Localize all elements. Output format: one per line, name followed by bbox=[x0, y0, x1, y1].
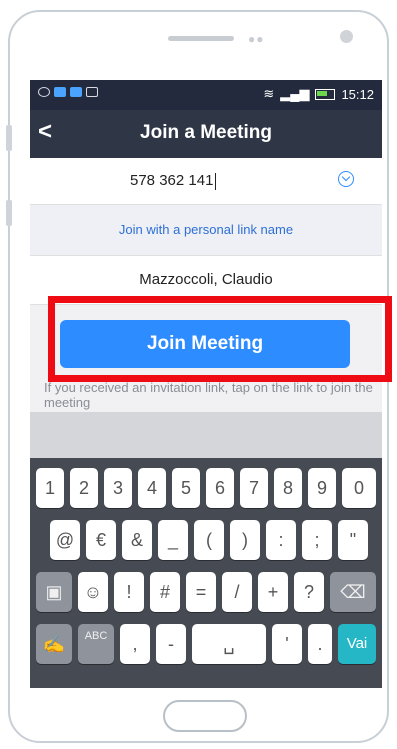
key-3[interactable]: 3 bbox=[104, 468, 132, 508]
wifi-icon: ≋ bbox=[263, 86, 275, 101]
backspace-key[interactable]: ⌫ bbox=[330, 572, 376, 612]
chevron-down-icon[interactable] bbox=[338, 171, 354, 187]
key-close-paren[interactable]: ) bbox=[230, 520, 260, 560]
space-bar-icon: ␣ bbox=[223, 634, 235, 654]
status-bar: ≋ ▂▄▆ 15:12 bbox=[30, 80, 382, 110]
key-2[interactable]: 2 bbox=[70, 468, 98, 508]
handwriting-key[interactable]: ✍ bbox=[36, 624, 72, 664]
key-hash[interactable]: # bbox=[150, 572, 180, 612]
volume-button bbox=[6, 125, 12, 151]
meeting-id-value: 578 362 141 bbox=[130, 172, 217, 190]
text-cursor bbox=[215, 172, 217, 190]
app-icon bbox=[70, 87, 82, 97]
key-5[interactable]: 5 bbox=[172, 468, 200, 508]
key-1[interactable]: 1 bbox=[36, 468, 64, 508]
abc-label: ABC bbox=[84, 630, 108, 642]
signal-icon: ▂▄▆ bbox=[280, 86, 310, 101]
key-slash[interactable]: / bbox=[222, 572, 252, 612]
highlight-box bbox=[48, 296, 392, 382]
power-button bbox=[6, 200, 12, 226]
key-plus[interactable]: + bbox=[258, 572, 288, 612]
meeting-id-field[interactable]: 578 362 141 bbox=[30, 158, 382, 205]
page-switch-icon: ▣ bbox=[45, 582, 63, 602]
sensor-dots: ●● bbox=[248, 32, 265, 46]
notification-icons bbox=[38, 87, 98, 97]
abc-key[interactable]: ABC bbox=[78, 624, 114, 664]
status-indicators: ≋ ▂▄▆ 15:12 bbox=[263, 86, 374, 102]
key-7[interactable]: 7 bbox=[240, 468, 268, 508]
key-exclamation[interactable]: ! bbox=[114, 572, 144, 612]
app-icon bbox=[54, 87, 66, 97]
backspace-icon: ⌫ bbox=[340, 582, 366, 602]
key-6[interactable]: 6 bbox=[206, 468, 234, 508]
symbol-page-key[interactable]: ▣ bbox=[36, 572, 72, 612]
key-8[interactable]: 8 bbox=[274, 468, 302, 508]
image-icon bbox=[86, 87, 98, 97]
smiley-icon: ☺ bbox=[83, 582, 103, 602]
handwriting-icon: ✍ bbox=[42, 634, 66, 654]
emoji-key[interactable]: ☺ bbox=[78, 572, 108, 612]
go-key[interactable]: Vai bbox=[338, 624, 376, 664]
ring-icon bbox=[38, 87, 50, 97]
space-key[interactable]: ␣ bbox=[192, 624, 266, 664]
key-0[interactable]: 0 bbox=[342, 468, 376, 508]
battery-icon bbox=[315, 88, 336, 100]
key-at[interactable]: @ bbox=[50, 520, 80, 560]
key-ampersand[interactable]: & bbox=[122, 520, 152, 560]
keyboard-suggestion-strip bbox=[30, 412, 382, 458]
key-9[interactable]: 9 bbox=[308, 468, 336, 508]
clock: 15:12 bbox=[341, 86, 374, 102]
invitation-hint: If you received an invitation link, tap … bbox=[44, 380, 373, 410]
key-euro[interactable]: € bbox=[86, 520, 116, 560]
key-comma[interactable]: , bbox=[120, 624, 150, 664]
key-question[interactable]: ? bbox=[294, 572, 324, 612]
key-open-paren[interactable]: ( bbox=[194, 520, 224, 560]
title-bar: < Join a Meeting bbox=[30, 110, 382, 158]
key-underscore[interactable]: _ bbox=[158, 520, 188, 560]
soft-keyboard: 1 2 3 4 5 6 7 8 9 0 @ € & _ ( ) : ; " ▣ … bbox=[30, 458, 382, 688]
speaker-grille bbox=[168, 36, 234, 41]
home-button[interactable] bbox=[163, 700, 247, 732]
key-colon[interactable]: : bbox=[266, 520, 296, 560]
key-apostrophe[interactable]: ' bbox=[272, 624, 302, 664]
key-period[interactable]: . bbox=[308, 624, 332, 664]
key-4[interactable]: 4 bbox=[138, 468, 166, 508]
key-equals[interactable]: = bbox=[186, 572, 216, 612]
page-title: Join a Meeting bbox=[140, 122, 272, 143]
personal-link-button[interactable]: Join with a personal link name bbox=[30, 205, 382, 255]
key-quote[interactable]: " bbox=[338, 520, 368, 560]
key-semicolon[interactable]: ; bbox=[302, 520, 332, 560]
front-camera bbox=[340, 30, 353, 43]
phone-screen: ≋ ▂▄▆ 15:12 < Join a Meeting 578 362 141… bbox=[30, 80, 382, 688]
key-dash[interactable]: - bbox=[156, 624, 186, 664]
